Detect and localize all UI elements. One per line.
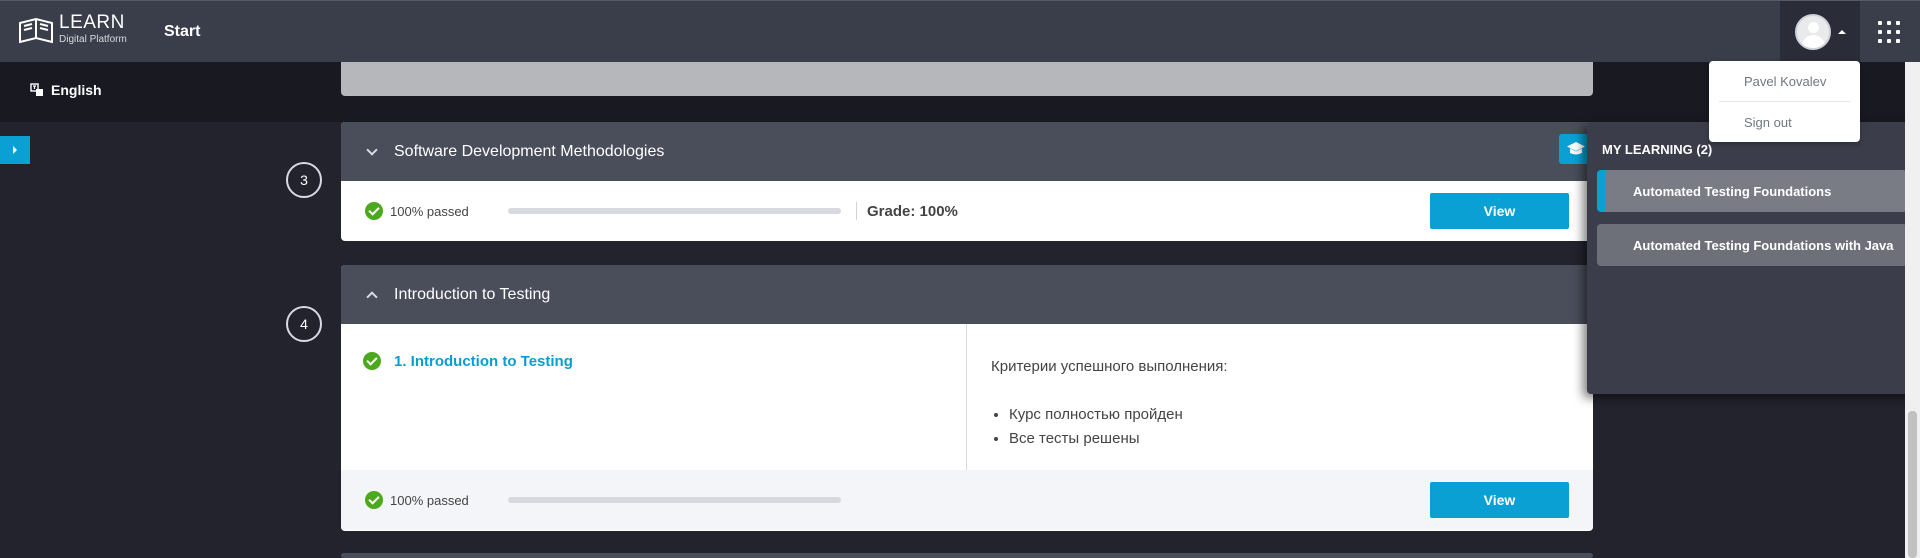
view-button[interactable]: View bbox=[1430, 193, 1569, 229]
apps-grid-icon[interactable] bbox=[1878, 21, 1900, 43]
course-header[interactable]: Introduction to Testing bbox=[341, 265, 1593, 324]
grade-label: Grade: 100% bbox=[867, 202, 958, 220]
user-name-item[interactable]: Pavel Kovalev bbox=[1709, 61, 1860, 101]
book-icon bbox=[19, 17, 53, 44]
progress-bar bbox=[508, 208, 841, 214]
course-status-row: 100% passed Grade: 100% View bbox=[341, 181, 1593, 241]
caret-up-icon bbox=[1838, 30, 1846, 34]
passed-label: 100% passed bbox=[390, 203, 469, 219]
language-switcher[interactable]: English bbox=[30, 82, 102, 98]
progress-bar bbox=[508, 497, 841, 503]
user-menu-toggle[interactable] bbox=[1780, 1, 1860, 63]
user-dropdown-menu: Pavel Kovalev Sign out bbox=[1709, 61, 1860, 142]
criteria-panel: Критерии успешного выполнения: Курс полн… bbox=[967, 324, 1228, 470]
my-learning-panel: MY LEARNING (2) Automated Testing Founda… bbox=[1587, 122, 1920, 394]
my-learning-item[interactable]: Automated Testing Foundations bbox=[1597, 170, 1907, 212]
avatar bbox=[1795, 14, 1831, 50]
previous-course-card bbox=[341, 62, 1593, 96]
chevron-right-icon bbox=[13, 146, 17, 154]
criteria-title: Критерии успешного выполнения: bbox=[991, 358, 1228, 375]
my-learning-item[interactable]: Automated Testing Foundations with Java bbox=[1597, 224, 1907, 266]
criteria-list: Курс полностью пройден Все тесты решены bbox=[991, 403, 1228, 451]
scrollbar-thumb[interactable] bbox=[1908, 411, 1917, 558]
logo-title: LEARN bbox=[59, 12, 125, 33]
course-title: Software Development Methodologies bbox=[394, 142, 665, 160]
chevron-down-icon[interactable] bbox=[362, 143, 382, 156]
sign-out-item[interactable]: Sign out bbox=[1709, 102, 1860, 142]
logo-subtitle: Digital Platform bbox=[59, 34, 127, 45]
next-course-card bbox=[341, 553, 1593, 558]
criteria-item: Курс полностью пройден bbox=[1009, 403, 1228, 427]
course-number: 4 bbox=[286, 306, 322, 342]
scrollbar[interactable] bbox=[1905, 62, 1920, 558]
course-status-row: 100% passed View bbox=[341, 470, 1593, 530]
top-navigation-bar: LEARN Digital Platform Start bbox=[0, 0, 1920, 63]
language-label: English bbox=[51, 82, 102, 98]
course-card: Introduction to Testing 1. Introduction … bbox=[341, 265, 1593, 531]
course-header[interactable]: Software Development Methodologies bbox=[341, 122, 1593, 181]
sidebar-toggle-button[interactable] bbox=[0, 136, 30, 164]
course-title: Introduction to Testing bbox=[394, 285, 551, 303]
check-circle-icon bbox=[365, 491, 383, 509]
nav-start-link[interactable]: Start bbox=[164, 23, 200, 41]
check-circle-icon bbox=[363, 352, 381, 370]
course-card: Software Development Methodologies 100% … bbox=[341, 122, 1593, 241]
lesson-list: 1. Introduction to Testing bbox=[341, 324, 967, 470]
divider bbox=[856, 202, 857, 220]
lesson-link[interactable]: 1. Introduction to Testing bbox=[394, 353, 573, 370]
chevron-up-icon[interactable] bbox=[362, 289, 382, 303]
lesson-body: 1. Introduction to Testing Критерии успе… bbox=[341, 324, 1593, 470]
translate-icon bbox=[30, 83, 43, 96]
course-number: 3 bbox=[286, 162, 322, 198]
check-circle-icon bbox=[365, 202, 383, 220]
logo[interactable]: LEARN Digital Platform bbox=[18, 13, 127, 47]
my-learning-title: MY LEARNING (2) bbox=[1602, 142, 1713, 157]
logo-text: LEARN Digital Platform bbox=[59, 13, 127, 47]
view-button[interactable]: View bbox=[1430, 482, 1569, 518]
criteria-item: Все тесты решены bbox=[1009, 427, 1228, 451]
passed-label: 100% passed bbox=[390, 492, 469, 508]
